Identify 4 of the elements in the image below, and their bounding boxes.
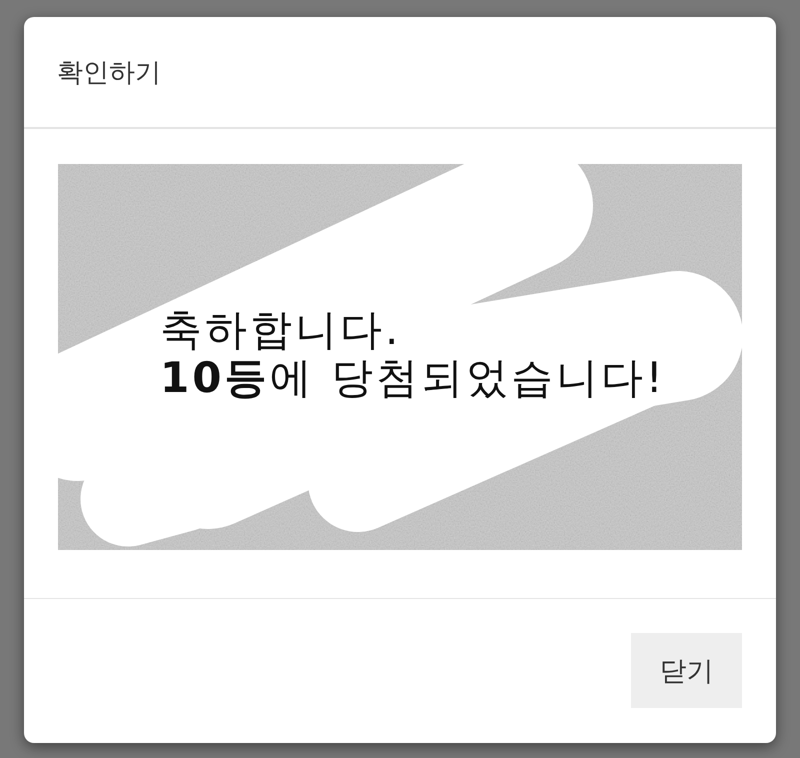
dialog-title: 확인하기 — [57, 56, 161, 90]
prize-message: 10등에 당첨되었습니다! — [160, 354, 666, 402]
close-button[interactable]: 닫기 — [631, 633, 742, 708]
prize-message: 축하합니다. — [160, 306, 402, 354]
